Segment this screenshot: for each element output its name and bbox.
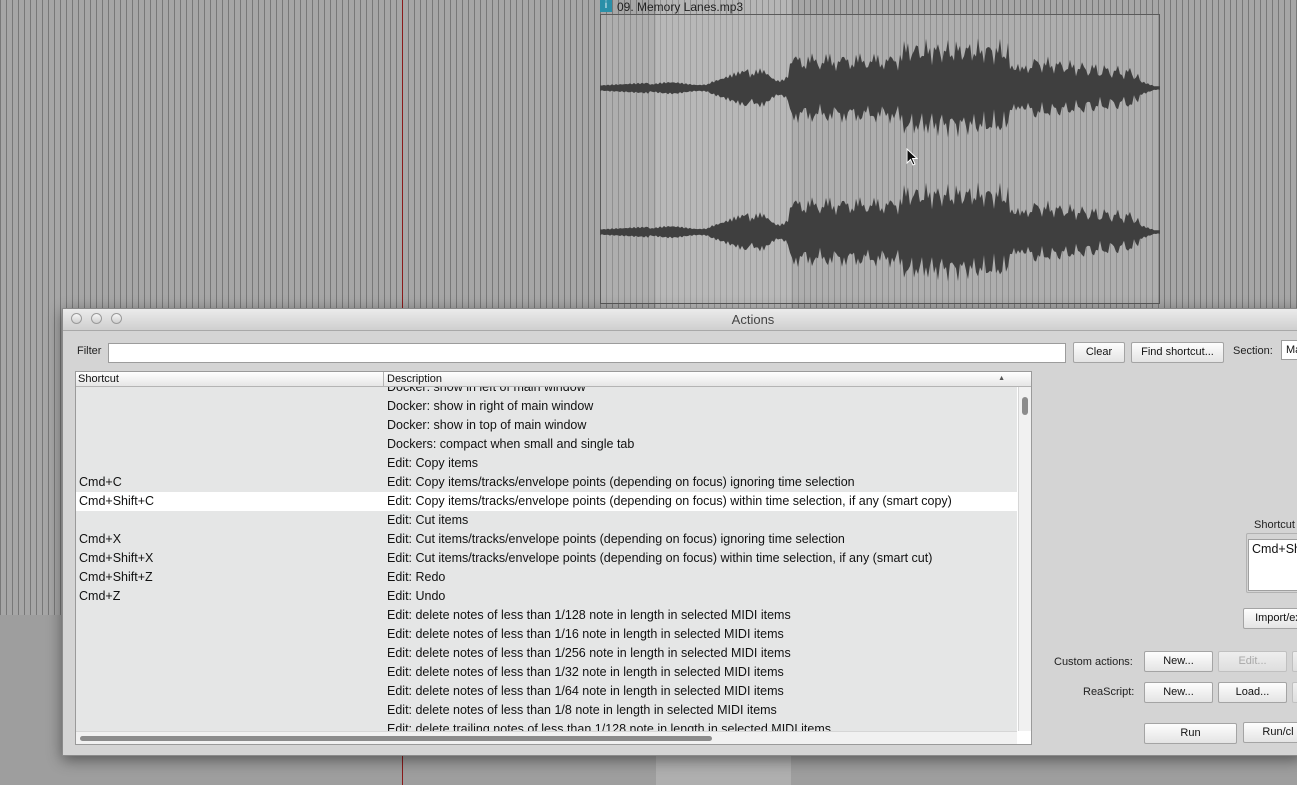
action-rows-content: Docker: show in left of main window Docke…	[76, 387, 1017, 731]
row-shortcut: Cmd+Shift+X	[79, 551, 154, 565]
row-description: Docker: show in left of main window	[387, 387, 586, 394]
row-description: Edit: delete trailing notes of less than…	[387, 722, 832, 731]
sort-arrow-icon: ▲	[998, 375, 1005, 382]
table-row[interactable]: Cmd+X Edit: Cut items/tracks/envelope poi…	[76, 530, 1017, 549]
table-row[interactable]: Edit: delete trailing notes of less than…	[76, 720, 1017, 731]
horizontal-scrollbar[interactable]	[76, 731, 1017, 744]
custom-action-new-button[interactable]: New...	[1144, 651, 1213, 672]
row-description: Edit: Copy items/tracks/envelope points …	[387, 494, 952, 508]
table-row[interactable]: Cmd+Z Edit: Undo	[76, 587, 1017, 606]
table-row[interactable]: Edit: delete notes of less than 1/64 not…	[76, 682, 1017, 701]
horizontal-scrollbar-thumb[interactable]	[80, 736, 712, 741]
run-close-button[interactable]: Run/cl	[1243, 722, 1297, 743]
row-description: Edit: delete notes of less than 1/64 not…	[387, 684, 784, 698]
row-description: Edit: Cut items/tracks/envelope points (…	[387, 532, 845, 546]
shortcut-group-label: Shortcut	[1253, 519, 1296, 531]
media-item-name: 09. Memory Lanes.mp3	[617, 0, 744, 14]
column-header-shortcut[interactable]: Shortcut	[78, 372, 119, 386]
filter-label: Filter	[77, 345, 102, 357]
table-row[interactable]: Docker: show in right of main window	[76, 397, 1017, 416]
section-select[interactable]: Ma	[1281, 340, 1297, 360]
custom-action-edit-button[interactable]: Edit...	[1218, 651, 1287, 672]
table-row[interactable]: Dockers: compact when small and single t…	[76, 435, 1017, 454]
mouse-pointer-icon	[906, 148, 919, 166]
waveform-right-channel	[600, 182, 1160, 282]
custom-actions-label: Custom actions:	[1054, 656, 1133, 668]
row-description: Dockers: compact when small and single t…	[387, 437, 635, 451]
row-description: Docker: show in top of main window	[387, 418, 587, 432]
row-shortcut: Cmd+X	[79, 532, 122, 546]
row-description: Edit: delete notes of less than 1/128 no…	[387, 608, 791, 622]
row-shortcut: Cmd+C	[79, 475, 122, 489]
media-item-title[interactable]: i 09. Memory Lanes.mp3	[600, 0, 1160, 14]
vertical-scrollbar-thumb[interactable]	[1022, 397, 1028, 415]
table-row[interactable]: Docker: show in top of main window	[76, 416, 1017, 435]
vertical-scrollbar[interactable]	[1018, 387, 1031, 731]
column-header-description[interactable]: Description ▲	[383, 372, 1017, 386]
row-description: Edit: Cut items	[387, 513, 469, 527]
import-export-button[interactable]: Import/ex	[1243, 608, 1297, 629]
list-header: Shortcut Description ▲	[76, 372, 1031, 387]
reascript-load-button[interactable]: Load...	[1218, 682, 1287, 703]
row-description: Edit: Copy items/tracks/envelope points …	[387, 475, 855, 489]
table-row[interactable]: Edit: delete notes of less than 1/16 not…	[76, 625, 1017, 644]
custom-action-extra-button[interactable]	[1292, 651, 1297, 672]
table-row[interactable]: Cmd+Shift+X Edit: Cut items/tracks/envelo…	[76, 549, 1017, 568]
waveform-left-channel	[600, 38, 1160, 138]
shortcut-list[interactable]: Cmd+Shi	[1248, 539, 1297, 591]
row-description: Edit: Copy items	[387, 456, 479, 470]
row-description: Docker: show in right of main window	[387, 399, 594, 413]
row-description: Edit: delete notes of less than 1/16 not…	[387, 627, 784, 641]
row-shortcut: Cmd+Z	[79, 589, 121, 603]
row-shortcut: Cmd+Shift+C	[79, 494, 155, 508]
table-row[interactable]: Edit: Cut items	[76, 511, 1017, 530]
row-description: Edit: Redo	[387, 570, 446, 584]
table-row[interactable]: Cmd+C Edit: Copy items/tracks/envelope po…	[76, 473, 1017, 492]
row-description: Edit: delete notes of less than 1/8 note…	[387, 703, 777, 717]
table-row[interactable]: Docker: show in left of main window	[76, 387, 1017, 397]
item-info-icon[interactable]: i	[600, 0, 612, 12]
table-row[interactable]: Cmd+Shift+C Edit: Copy items/tracks/envel…	[76, 492, 1017, 511]
reascript-new-button[interactable]: New...	[1144, 682, 1213, 703]
table-row[interactable]: Edit: delete notes of less than 1/32 not…	[76, 663, 1017, 682]
window-titlebar[interactable]: Actions	[63, 309, 1297, 331]
table-row[interactable]: Cmd+Shift+Z Edit: Redo	[76, 568, 1017, 587]
action-rows[interactable]: Docker: show in left of main window Docke…	[76, 387, 1017, 731]
actions-list[interactable]: Shortcut Description ▲ Docker: show in le…	[75, 371, 1032, 745]
actions-window: Actions Filter Clear Find shortcut... Se…	[62, 308, 1297, 756]
reascript-extra-button[interactable]	[1292, 682, 1297, 703]
row-description: Edit: delete notes of less than 1/32 not…	[387, 665, 784, 679]
window-title: Actions	[731, 312, 775, 327]
table-row[interactable]: Edit: Copy items	[76, 454, 1017, 473]
row-description: Edit: Undo	[387, 589, 446, 603]
row-description: Edit: delete notes of less than 1/256 no…	[387, 646, 791, 660]
row-shortcut: Cmd+Shift+Z	[79, 570, 153, 584]
row-description: Edit: Cut items/tracks/envelope points (…	[387, 551, 933, 565]
audio-waveform	[600, 38, 1160, 282]
find-shortcut-button[interactable]: Find shortcut...	[1131, 342, 1224, 363]
filter-input[interactable]	[108, 343, 1066, 363]
table-row[interactable]: Edit: delete notes of less than 1/8 note…	[76, 701, 1017, 720]
run-button[interactable]: Run	[1144, 723, 1237, 744]
clear-button[interactable]: Clear	[1073, 342, 1125, 363]
reascript-label: ReaScript:	[1083, 686, 1135, 698]
table-row[interactable]: Edit: delete notes of less than 1/128 no…	[76, 606, 1017, 625]
section-label: Section:	[1233, 345, 1273, 357]
column-header-description-label: Description	[387, 373, 443, 385]
table-row[interactable]: Edit: delete notes of less than 1/256 no…	[76, 644, 1017, 663]
